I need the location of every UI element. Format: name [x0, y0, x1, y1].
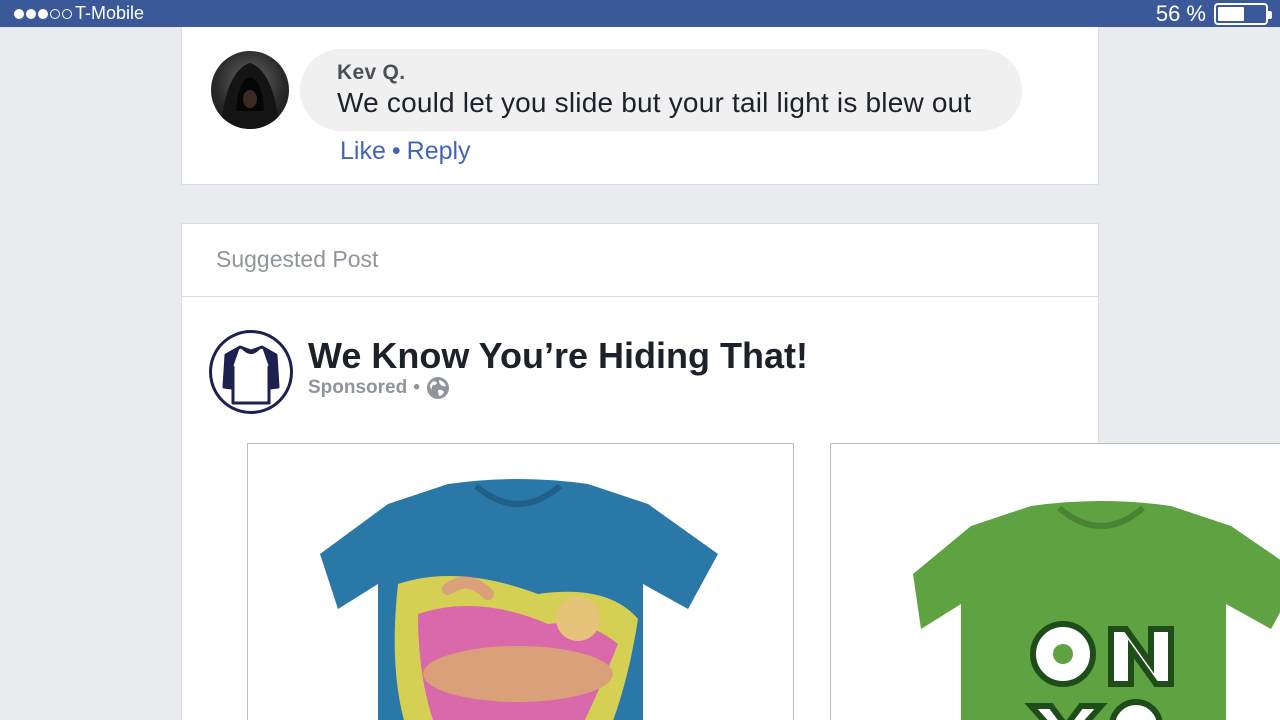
status-bar: T-Mobile 56 % — [0, 0, 1280, 27]
sponsored-label[interactable]: Sponsored — [308, 377, 407, 399]
like-link[interactable]: Like — [340, 137, 386, 166]
comment-author[interactable]: Kev Q. — [337, 61, 1022, 85]
comment-actions: Like • Reply — [340, 137, 471, 166]
suggested-post-header: Suggested Post — [181, 223, 1099, 297]
carrier-info: T-Mobile — [14, 3, 144, 24]
carrier-name: T-Mobile — [75, 3, 145, 23]
avatar[interactable] — [211, 51, 289, 129]
battery-status: 56 % — [1155, 1, 1272, 27]
carousel-item-blue-tshirt[interactable] — [247, 443, 794, 720]
battery-percent: 56 % — [1155, 1, 1206, 26]
comment-bubble: Kev Q. We could let you slide but your t… — [300, 49, 1022, 131]
signal-strength-icon — [14, 8, 72, 19]
globe-icon — [426, 377, 449, 399]
meta-separator: • — [413, 377, 420, 398]
green-tshirt-image — [913, 501, 1280, 720]
blue-tshirt-image — [320, 479, 718, 720]
page-name[interactable]: We Know You’re Hiding That! — [308, 335, 808, 377]
battery-icon — [1214, 3, 1272, 25]
tshirt-logo-icon — [222, 345, 280, 405]
action-separator: • — [391, 137, 401, 165]
hooded-figure-icon — [221, 63, 279, 129]
reply-link[interactable]: Reply — [407, 137, 471, 166]
comment-card: Kev Q. We could let you slide but your t… — [181, 27, 1099, 185]
carousel-item-green-tshirt[interactable] — [830, 443, 1280, 720]
post-meta: Sponsored • — [308, 376, 450, 400]
page-logo[interactable] — [209, 330, 293, 414]
comment-text: We could let you slide but your tail lig… — [337, 87, 972, 118]
suggested-post-label: Suggested Post — [216, 246, 379, 272]
